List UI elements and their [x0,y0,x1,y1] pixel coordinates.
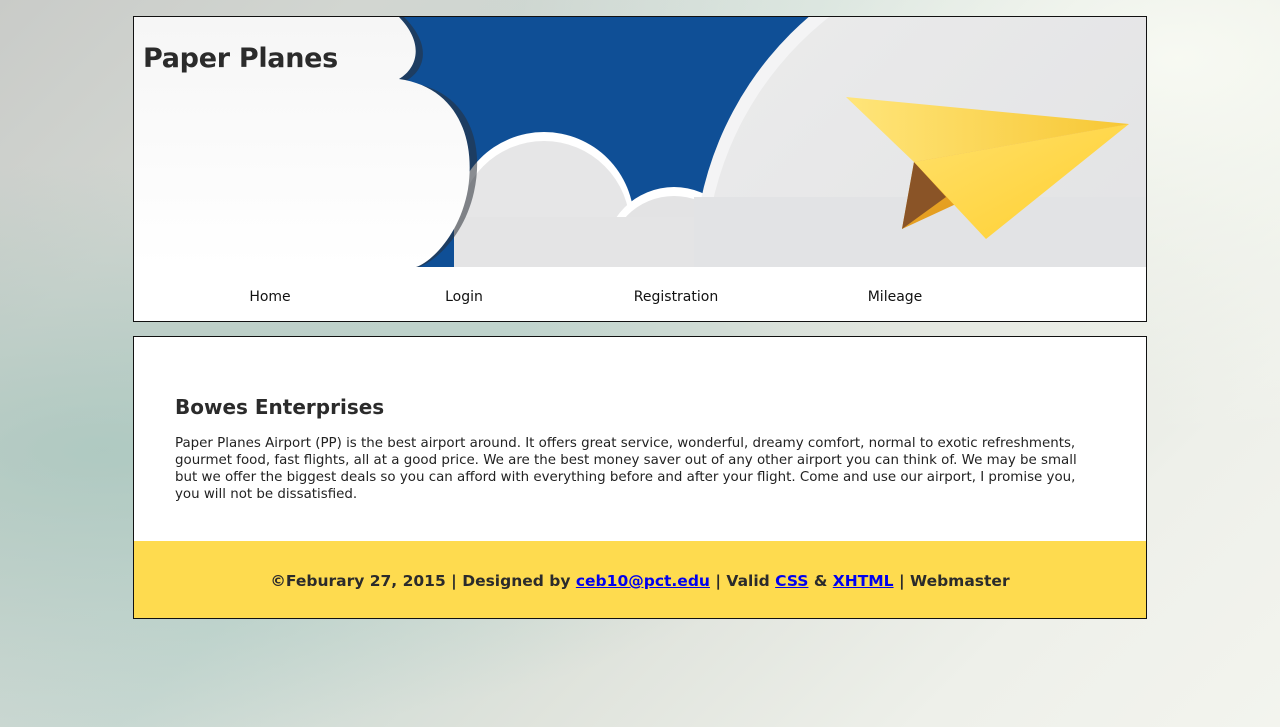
footer-webmaster: Webmaster [910,572,1010,590]
footer-valid-label: Valid [726,572,776,590]
valid-css-link[interactable]: CSS [775,572,808,590]
nav-mileage-link[interactable]: Mileage [868,289,923,305]
footer-separator: | [709,572,727,590]
site-title: Paper Planes [143,43,338,74]
nav-login-link[interactable]: Login [445,289,483,305]
header-banner: Paper Planes [134,17,1146,267]
footer-line: ©Feburary 27, 2015 | Designed by ceb10@p… [134,572,1146,590]
content-heading: Bowes Enterprises [175,395,385,419]
designer-email-link[interactable]: ceb10@pct.edu [576,572,710,590]
footer-date: ©Feburary 27, 2015 [270,572,446,590]
site-header: Paper Planes Home Login Registration Mil… [133,16,1147,322]
content-paragraph: Paper Planes Airport (PP) is the best ai… [175,436,1077,502]
nav-registration-link[interactable]: Registration [634,289,718,305]
footer-designed-by: Designed by [462,572,576,590]
main-content: Bowes Enterprises Paper Planes Airport (… [133,336,1147,619]
footer-ampersand: & [808,572,833,590]
footer-separator: | [893,572,911,590]
valid-xhtml-link[interactable]: XHTML [833,572,894,590]
footer-separator: | [445,572,463,590]
main-nav: Home Login Registration Mileage [134,267,1146,321]
site-footer: ©Feburary 27, 2015 | Designed by ceb10@p… [134,541,1146,618]
nav-home-link[interactable]: Home [249,289,290,305]
